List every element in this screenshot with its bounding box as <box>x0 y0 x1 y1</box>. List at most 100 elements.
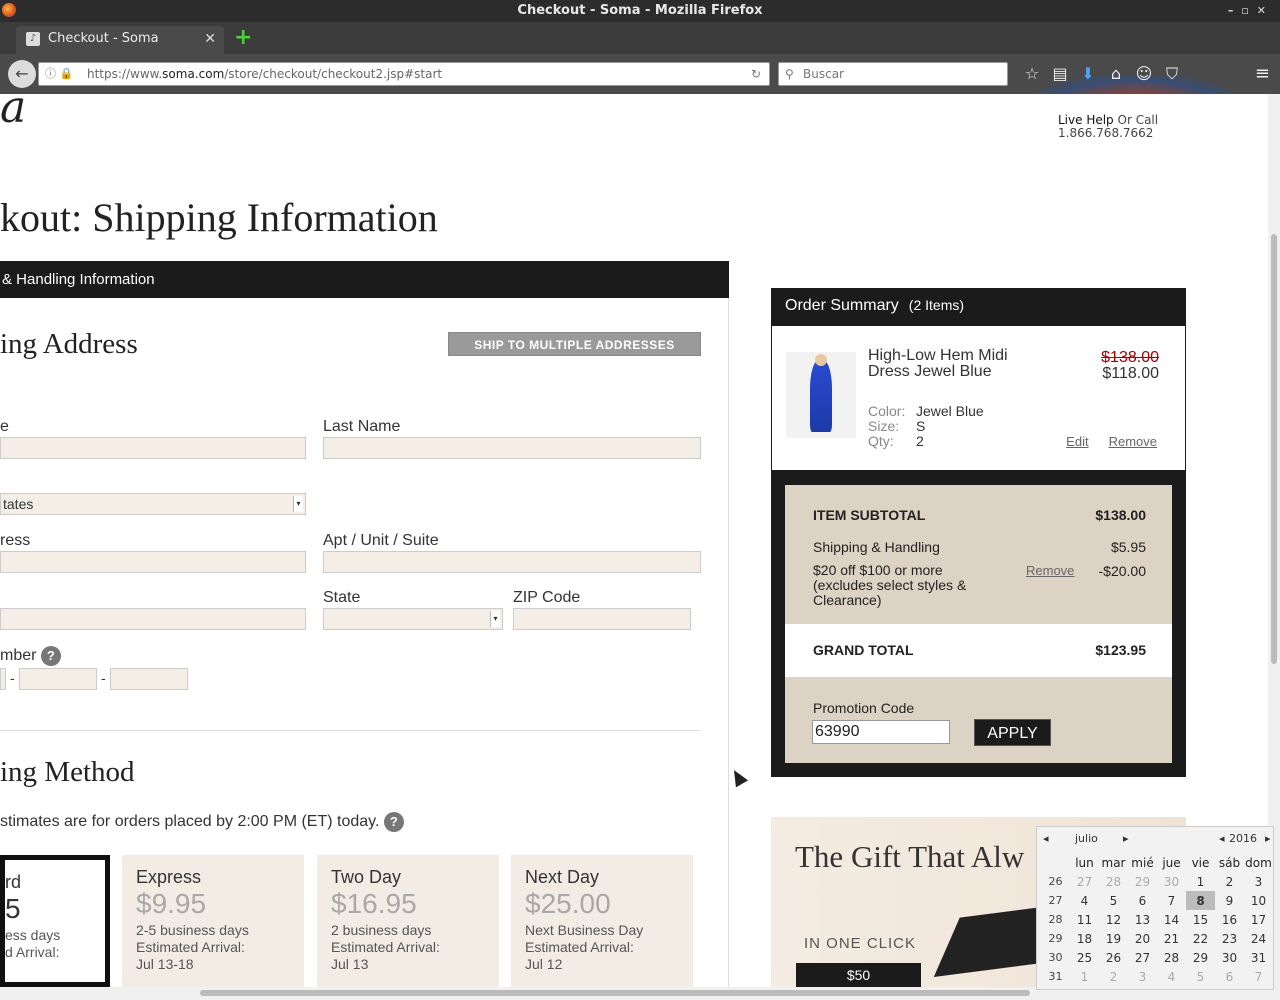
calendar-day[interactable]: 4 <box>1157 967 1186 986</box>
calendar-day[interactable]: 21 <box>1157 929 1186 948</box>
phone-line-field[interactable] <box>110 668 188 690</box>
shipping-option-next-day[interactable]: Next Day $25.00 Next Business Day Estima… <box>511 855 693 987</box>
calendar-day[interactable]: 28 <box>1157 948 1186 967</box>
edit-link[interactable]: Edit <box>1066 434 1088 449</box>
calendar-day[interactable]: 7 <box>1157 891 1186 910</box>
calendar-day[interactable]: 19 <box>1099 929 1128 948</box>
calendar-day[interactable]: 14 <box>1157 910 1186 929</box>
search-input[interactable]: ⚲ Buscar <box>778 62 1008 86</box>
calendar-day[interactable]: 18 <box>1070 929 1099 948</box>
zip-field[interactable] <box>513 608 691 630</box>
grand-total-row: GRAND TOTAL $123.95 <box>785 624 1172 677</box>
apply-button[interactable]: APPLY <box>974 719 1051 746</box>
help-icon[interactable]: ? <box>40 646 61 666</box>
calendar-day[interactable]: 3 <box>1244 872 1273 891</box>
promo-code-input[interactable]: 63990 <box>812 720 950 744</box>
calendar-day[interactable]: 1 <box>1070 967 1099 986</box>
prev-year-icon[interactable]: ◂ <box>1219 831 1225 847</box>
calendar-day[interactable]: 11 <box>1070 910 1099 929</box>
next-month-icon[interactable]: ▸ <box>1123 831 1129 847</box>
tab-checkout[interactable]: ♪ Checkout - Soma ✕ <box>16 26 224 54</box>
calendar-day[interactable]: 2 <box>1099 967 1128 986</box>
calendar-day[interactable]: 12 <box>1099 910 1128 929</box>
calendar-day[interactable]: 29 <box>1128 872 1157 891</box>
shipping-option-standard[interactable]: rd 5 ess days d Arrival: <box>0 855 110 987</box>
weekday-header: vie <box>1191 855 1210 870</box>
calendar-day[interactable]: 15 <box>1186 910 1215 929</box>
calendar-day[interactable]: 28 <box>1099 872 1128 891</box>
calendar-day[interactable]: 23 <box>1215 929 1244 948</box>
calendar-day[interactable]: 27 <box>1070 872 1099 891</box>
vertical-scroll-thumb[interactable] <box>1271 234 1277 664</box>
calendar-day[interactable]: 26 <box>1099 948 1128 967</box>
home-icon[interactable]: ⌂ <box>1102 62 1130 86</box>
discount-remove-link[interactable]: Remove <box>1026 563 1074 578</box>
calendar-day[interactable]: 2 <box>1215 872 1244 891</box>
calendar-day[interactable]: 9 <box>1215 891 1244 910</box>
help-icon[interactable]: ? <box>383 812 404 832</box>
calendar-day[interactable]: 25 <box>1070 948 1099 967</box>
calendar-day[interactable]: 8 <box>1186 891 1215 910</box>
calendar-day[interactable]: 20 <box>1128 929 1157 948</box>
shipping-option-two-day[interactable]: Two Day $16.95 2 business days Estimated… <box>317 855 499 987</box>
apt-field[interactable] <box>323 551 701 573</box>
address-field[interactable] <box>0 551 306 573</box>
reload-icon[interactable]: ↻ <box>751 63 761 85</box>
site-info-icon[interactable]: ⓘ 🔒 <box>45 63 73 85</box>
prev-month-icon[interactable]: ◂ <box>1043 831 1049 847</box>
calendar-day[interactable]: 17 <box>1244 910 1273 929</box>
calendar-day[interactable]: 30 <box>1215 948 1244 967</box>
calendar-day[interactable]: 13 <box>1128 910 1157 929</box>
state-select[interactable]: ▾ <box>323 608 503 630</box>
discount-value: -$20.00 <box>1098 563 1146 579</box>
calendar-day[interactable]: 27 <box>1128 948 1157 967</box>
reading-list-icon[interactable]: ▤ <box>1046 62 1074 86</box>
calendar-day[interactable]: 10 <box>1244 891 1273 910</box>
calendar-day[interactable]: 6 <box>1128 891 1157 910</box>
calendar-day[interactable]: 5 <box>1099 891 1128 910</box>
calendar-day[interactable]: 4 <box>1070 891 1099 910</box>
calendar-day[interactable]: 16 <box>1215 910 1244 929</box>
window-controls[interactable]: –▫✕ <box>1228 0 1274 22</box>
horizontal-scroll-thumb[interactable] <box>200 990 1030 996</box>
calendar-day[interactable]: 6 <box>1215 967 1244 986</box>
last-name-field[interactable] <box>323 437 701 459</box>
pocket-icon[interactable]: ⛉ <box>1158 62 1186 86</box>
phone-area-field[interactable] <box>0 668 6 690</box>
remove-link[interactable]: Remove <box>1109 434 1157 449</box>
shipping-address-heading: ing Address <box>0 328 138 360</box>
calendar-day[interactable]: 22 <box>1186 929 1215 948</box>
first-name-field[interactable] <box>0 437 306 459</box>
ship-to-multiple-button[interactable]: SHIP TO MULTIPLE ADDRESSES <box>448 332 701 356</box>
dropdown-arrow-icon: ▾ <box>490 611 500 627</box>
hello-icon[interactable]: ☺ <box>1130 62 1158 86</box>
calendar-day[interactable]: 7 <box>1244 967 1273 986</box>
product-image[interactable] <box>786 352 856 438</box>
calendar-day[interactable]: 30 <box>1157 872 1186 891</box>
url-bar[interactable]: ⓘ 🔒 https://www.soma.com/store/checkout/… <box>38 62 770 86</box>
calendar-day[interactable]: 3 <box>1128 967 1157 986</box>
phone-prefix-field[interactable] <box>19 668 97 690</box>
calendar-day[interactable]: 31 <box>1244 948 1273 967</box>
bookmark-star-icon[interactable]: ☆ <box>1018 62 1046 86</box>
shipping-option-express[interactable]: Express $9.95 2-5 business days Estimate… <box>122 855 304 987</box>
soma-logo[interactable]: a <box>0 94 26 133</box>
calendar-day[interactable]: 5 <box>1186 967 1215 986</box>
download-icon[interactable]: ⬇ <box>1074 62 1102 86</box>
grand-total: GRAND TOTAL $123.95 <box>813 642 1146 658</box>
weekday-header: dom <box>1245 855 1272 870</box>
back-button[interactable]: ← <box>8 60 36 88</box>
ad-amount-button[interactable]: $50 <box>796 963 921 987</box>
new-tab-icon[interactable]: + <box>234 27 252 49</box>
country-value: tates <box>3 496 34 512</box>
city-field[interactable] <box>0 608 306 630</box>
close-tab-icon[interactable]: ✕ <box>204 26 216 52</box>
next-year-icon[interactable]: ▸ <box>1265 831 1271 847</box>
calendar-day[interactable]: 1 <box>1186 872 1215 891</box>
live-help-link[interactable]: Live Help <box>1058 113 1114 127</box>
calendar-day[interactable]: 24 <box>1244 929 1273 948</box>
country-select[interactable]: tates ▾ <box>0 493 306 515</box>
menu-icon[interactable]: ≡ <box>1255 62 1270 86</box>
product-name[interactable]: High-Low Hem Midi Dress Jewel Blue <box>868 348 1008 380</box>
calendar-day[interactable]: 29 <box>1186 948 1215 967</box>
